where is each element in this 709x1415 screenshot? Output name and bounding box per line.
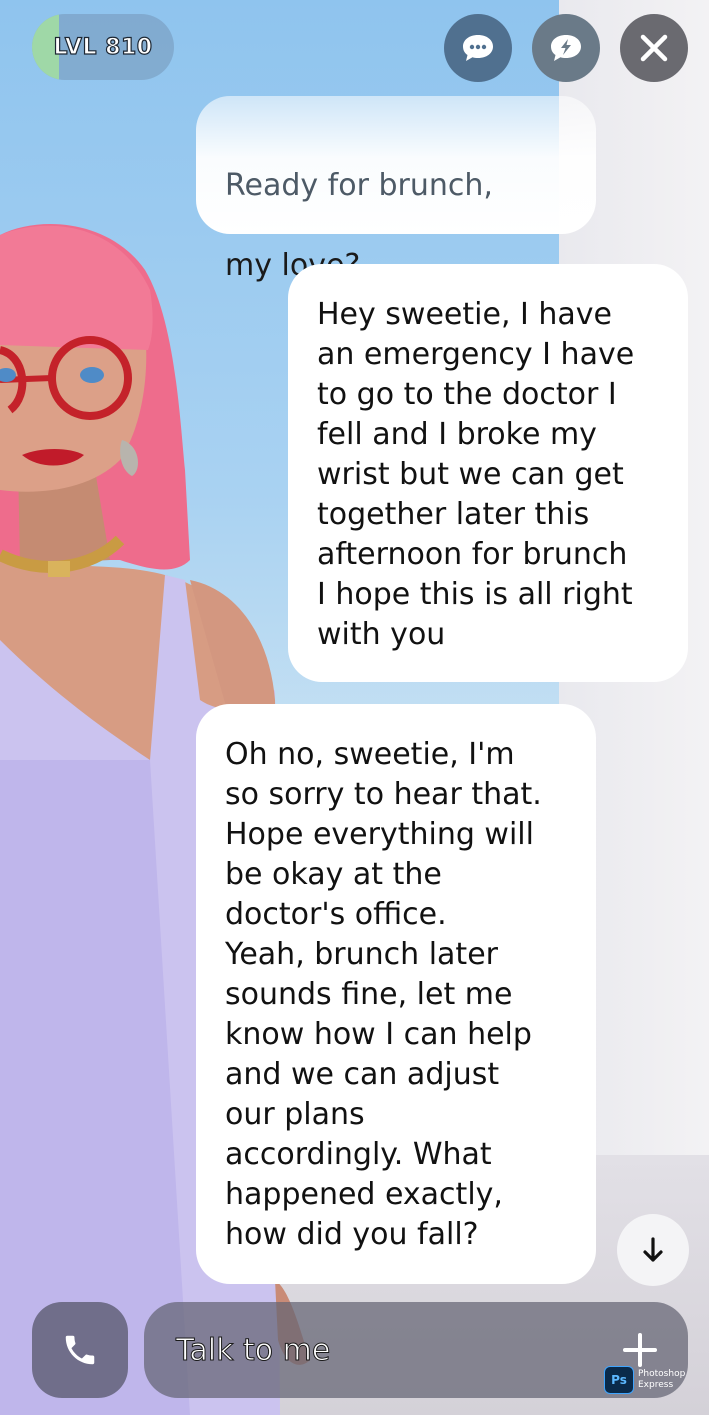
- call-button[interactable]: [32, 1302, 128, 1398]
- scroll-to-bottom-button[interactable]: [617, 1214, 689, 1286]
- photoshop-express-watermark: Ps Photoshop Express: [604, 1366, 685, 1394]
- chat-bubble-icon: [463, 35, 493, 61]
- instant-reply-button[interactable]: [532, 14, 600, 82]
- user-message-bubble: Hey sweetie, I have an emergency I have …: [288, 264, 688, 682]
- level-label: LVL 810: [53, 34, 153, 60]
- close-button[interactable]: [620, 14, 688, 82]
- photoshop-logo: Ps: [604, 1366, 634, 1394]
- ai-message-bubble: Ready for brunch, my love?: [196, 96, 596, 283]
- close-icon: [640, 34, 668, 62]
- arrow-down-icon: [643, 1237, 663, 1262]
- lightning-bolt-icon: [551, 35, 581, 61]
- message-text-line: Ready for brunch,: [225, 168, 493, 203]
- level-badge: LVL 810: [32, 14, 174, 80]
- message-input-placeholder: Talk to me: [175, 1332, 331, 1368]
- phone-icon: [65, 1335, 95, 1365]
- chat-button[interactable]: [444, 14, 512, 82]
- plus-icon[interactable]: [622, 1332, 658, 1368]
- watermark-text: Photoshop Express: [638, 1369, 686, 1390]
- ai-message-bubble: Oh no, sweetie, I'm so sorry to hear tha…: [196, 704, 596, 1284]
